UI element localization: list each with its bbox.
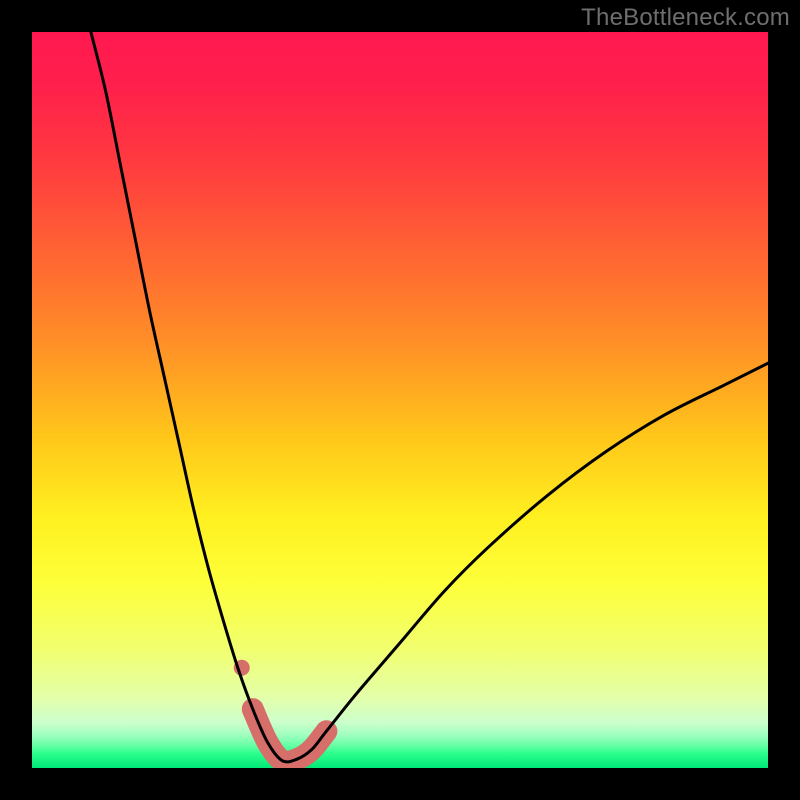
plot-area [32,32,768,768]
outer-frame: TheBottleneck.com [0,0,800,800]
watermark-text: TheBottleneck.com [581,4,790,32]
gradient-background [32,32,768,768]
bottleneck-chart [32,32,768,768]
